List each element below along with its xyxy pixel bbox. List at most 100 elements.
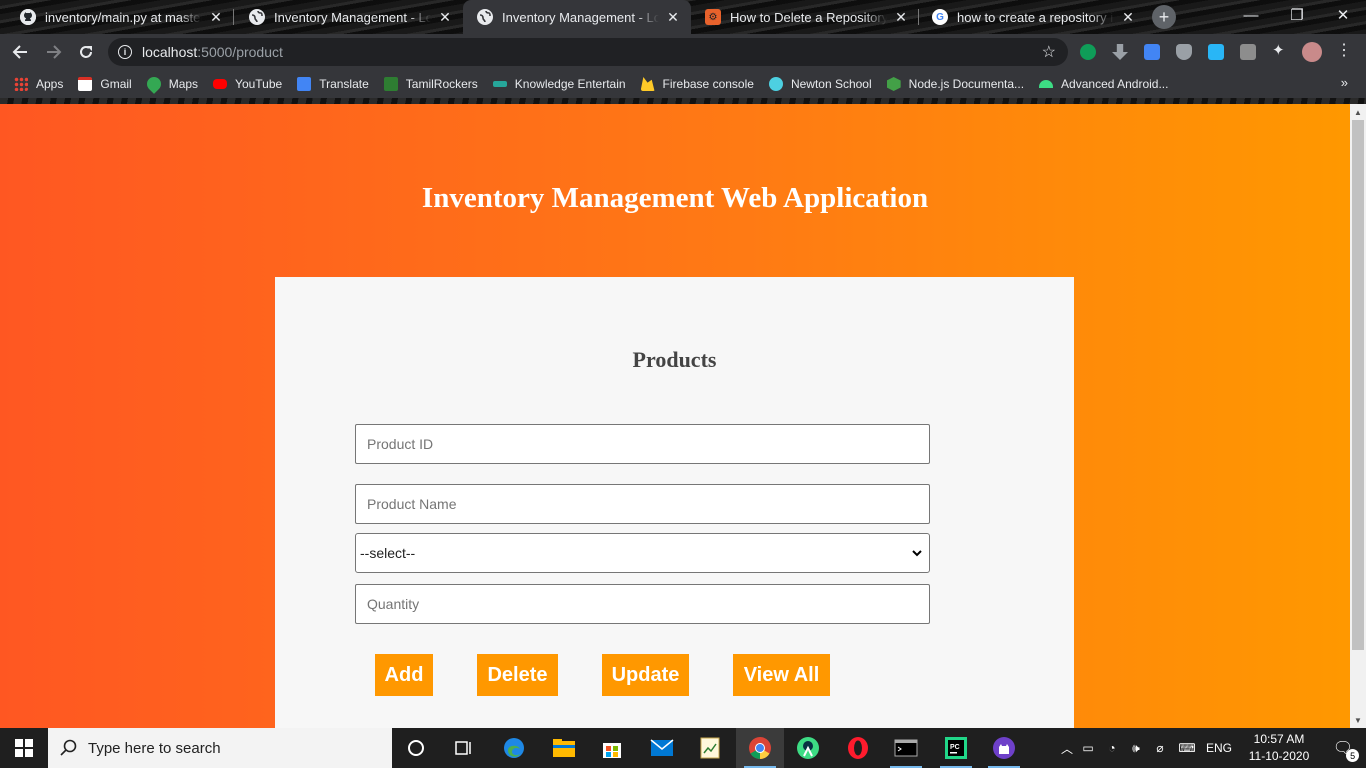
action-center-button[interactable]: 🗨 5 — [1320, 728, 1366, 768]
forward-button[interactable] — [42, 40, 66, 64]
wifi-icon[interactable]: ◔ — [1100, 741, 1124, 755]
mail-button[interactable] — [638, 728, 686, 768]
cortana-button[interactable] — [392, 728, 440, 768]
tab-delete-repo[interactable]: ⚙ How to Delete a Repository in G ✕ — [691, 0, 919, 34]
bookmark-maps[interactable]: Maps — [143, 74, 199, 94]
bookmark-firebase[interactable]: Firebase console — [640, 77, 754, 91]
back-button[interactable] — [8, 40, 32, 64]
taskbar-search[interactable]: Type here to search — [48, 728, 392, 768]
bookmark-label: Maps — [168, 77, 199, 91]
github-desktop-icon — [993, 737, 1015, 759]
grammarly-extension-icon[interactable] — [1080, 44, 1096, 60]
forward-arrow-icon — [47, 45, 62, 59]
network-off-icon[interactable]: ⌀ — [1148, 741, 1172, 755]
new-tab-button[interactable]: + — [1152, 5, 1176, 29]
volume-icon[interactable]: 🕪 — [1124, 741, 1148, 756]
location-select[interactable]: --select-- — [355, 533, 930, 573]
keyboard-icon[interactable]: ⌨ — [1172, 741, 1202, 755]
close-window-button[interactable]: ✕ — [1320, 0, 1366, 30]
maps-icon — [143, 74, 164, 94]
product-name-input[interactable] — [355, 484, 930, 524]
reload-button[interactable] — [74, 40, 98, 64]
sticky-app-button[interactable] — [686, 728, 734, 768]
bookmark-newton[interactable]: Newton School — [768, 77, 872, 91]
bookmarks-overflow-icon[interactable]: » — [1341, 75, 1348, 90]
bookmark-gmail[interactable]: Gmail — [78, 77, 132, 91]
restore-button[interactable]: ❐ — [1274, 0, 1320, 30]
site-info-icon[interactable]: i — [118, 45, 132, 59]
bookmark-nodejs[interactable]: Node.js Documenta... — [886, 77, 1024, 91]
tab-close-icon[interactable]: ✕ — [1120, 9, 1136, 26]
bookmark-android[interactable]: Advanced Android... — [1039, 77, 1168, 91]
tab-login-active[interactable]: Inventory Management - Login ✕ — [463, 0, 691, 34]
translate-icon — [297, 77, 312, 91]
delete-button[interactable]: Delete — [477, 654, 558, 696]
scroll-up-icon[interactable]: ▲ — [1350, 104, 1366, 120]
quantity-input[interactable] — [355, 584, 930, 624]
tray-expand-icon[interactable]: ︿ — [1058, 740, 1076, 757]
page-scrollbar[interactable]: ▲ ▼ — [1350, 104, 1366, 728]
tab-close-icon[interactable]: ✕ — [893, 9, 909, 26]
search-icon — [60, 739, 77, 756]
newton-icon — [768, 77, 783, 91]
bookmark-tamilrockers[interactable]: TamilRockers — [383, 77, 478, 91]
task-view-button[interactable] — [440, 728, 488, 768]
product-id-input[interactable] — [355, 424, 930, 464]
search-placeholder: Type here to search — [88, 739, 221, 757]
tab-close-icon[interactable]: ✕ — [437, 9, 453, 26]
clock-time: 10:57 AM — [1253, 732, 1305, 746]
tab-github[interactable]: inventory/main.py at master · I ✕ — [6, 0, 234, 34]
tab-separator — [233, 9, 234, 25]
bookmark-label: Advanced Android... — [1061, 77, 1169, 91]
scroll-down-icon[interactable]: ▼ — [1350, 712, 1366, 728]
tab-close-icon[interactable]: ✕ — [208, 9, 224, 26]
minimize-button[interactable]: — — [1228, 0, 1274, 30]
bookmark-translate[interactable]: Translate — [297, 77, 369, 91]
system-tray: ︿ ▭ ◔ 🕪 ⌀ ⌨ ENG — [1058, 728, 1236, 768]
chrome-icon — [749, 737, 771, 759]
bookmark-youtube[interactable]: YouTube — [213, 77, 282, 91]
android-studio-button[interactable] — [784, 728, 832, 768]
taskbar-clock[interactable]: 10:57 AM 11-10-2020 — [1244, 731, 1314, 765]
nodejs-icon — [886, 77, 901, 91]
scrollbar-thumb[interactable] — [1352, 120, 1364, 650]
tab-title: How to Delete a Repository in G — [730, 9, 887, 25]
reader-extension-icon[interactable] — [1240, 44, 1256, 60]
tab-login-1[interactable]: Inventory Management - Login ✕ — [235, 0, 463, 34]
products-card: Products --select-- Add Delete Update Vi… — [275, 277, 1074, 728]
opera-button[interactable] — [834, 728, 882, 768]
chrome-taskbar-button[interactable] — [736, 728, 784, 768]
view-all-button[interactable]: View All — [733, 654, 830, 696]
store-icon — [603, 743, 621, 758]
extensions-puzzle-icon[interactable]: ✦ — [1272, 41, 1288, 59]
bookmark-knowledge[interactable]: Knowledge Entertain — [492, 77, 626, 91]
shield-extension-icon[interactable] — [1176, 44, 1192, 60]
language-indicator[interactable]: ENG — [1202, 741, 1236, 755]
add-button[interactable]: Add — [375, 654, 433, 696]
store-button[interactable] — [588, 728, 636, 768]
bookmark-apps[interactable]: Apps — [14, 77, 63, 91]
battery-icon[interactable]: ▭ — [1076, 741, 1100, 755]
file-explorer-button[interactable] — [540, 728, 588, 768]
profile-avatar[interactable] — [1302, 42, 1322, 62]
google-icon: G — [932, 9, 948, 25]
tab-title: Inventory Management - Login — [274, 9, 431, 25]
chrome-menu-icon[interactable]: ⋮ — [1336, 40, 1352, 59]
terminal-button[interactable] — [882, 728, 930, 768]
pycharm-button[interactable]: PC — [932, 728, 980, 768]
notification-count: 5 — [1346, 749, 1360, 762]
tab-google-search[interactable]: G how to create a repository in gi ✕ — [918, 0, 1146, 34]
update-button[interactable]: Update — [602, 654, 689, 696]
bookmark-label: Gmail — [100, 77, 132, 91]
translate-extension-icon[interactable] — [1144, 44, 1160, 60]
bookmark-star-icon[interactable]: ☆ — [1042, 42, 1056, 62]
address-bar[interactable]: i localhost:5000/product ☆ — [108, 38, 1068, 66]
download-extension-icon[interactable] — [1112, 44, 1128, 60]
tab-close-icon[interactable]: ✕ — [665, 9, 681, 26]
edge-icon — [504, 738, 524, 758]
start-button[interactable] — [0, 728, 48, 768]
bookmarks-bar: Apps Gmail Maps YouTube Translate TamilR… — [0, 70, 1366, 98]
share-extension-icon[interactable] — [1208, 44, 1224, 60]
github-desktop-button[interactable] — [980, 728, 1028, 768]
edge-button[interactable] — [490, 728, 538, 768]
